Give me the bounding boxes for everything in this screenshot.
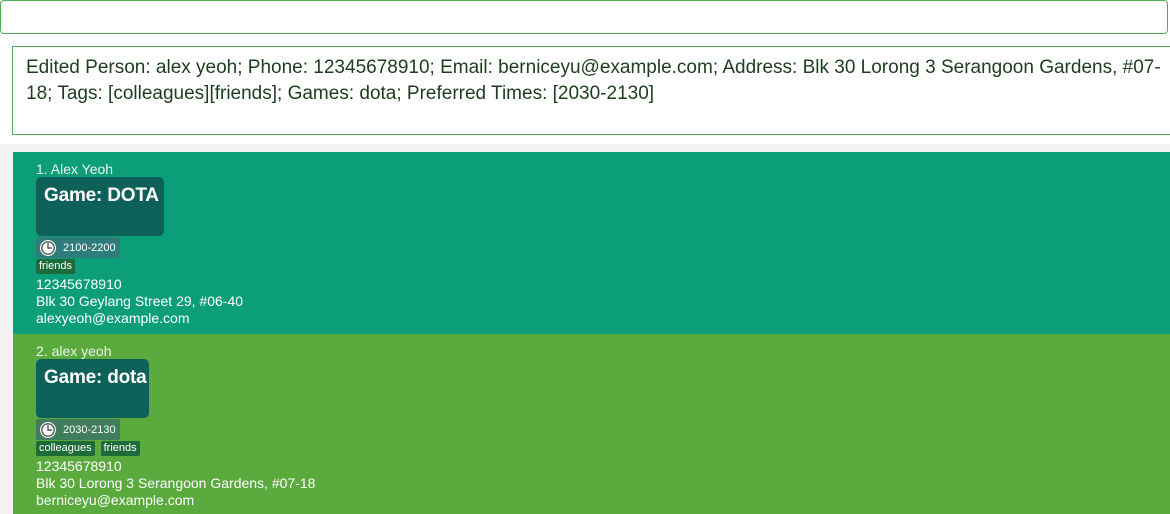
- phone-text: 12345678910: [36, 276, 122, 292]
- phone-text: 12345678910: [36, 458, 122, 474]
- person-name: 2. alex yeoh: [36, 343, 112, 359]
- tag: colleagues: [36, 441, 95, 456]
- game-box: Game: dota: [36, 359, 149, 418]
- result-text: Edited Person: alex yeoh; Phone: 1234567…: [26, 57, 1161, 104]
- person-card[interactable]: 1. Alex Yeoh Game: DOTA 2100-2200 friend…: [13, 152, 1170, 334]
- game-label: Game: DOTA: [44, 185, 159, 206]
- tag-list: colleagues friends: [36, 441, 140, 456]
- address-text: Blk 30 Lorong 3 Serangoon Gardens, #07-1…: [36, 475, 316, 491]
- tag-list: friends: [36, 259, 76, 274]
- command-input[interactable]: [7, 5, 1161, 31]
- email-text: berniceyu@example.com: [36, 492, 195, 508]
- clock-icon: [40, 239, 56, 256]
- person-name: 1. Alex Yeoh: [36, 161, 114, 177]
- preferred-time-text: 2100-2200: [63, 241, 116, 254]
- command-box[interactable]: [0, 0, 1168, 34]
- tag: friends: [36, 259, 76, 274]
- tag: friends: [100, 441, 140, 456]
- person-card[interactable]: 2. alex yeoh Game: dota 2030-2130 collea…: [13, 334, 1170, 514]
- clock-icon: [40, 421, 56, 438]
- preferred-time-text: 2030-2130: [63, 423, 116, 436]
- game-box: Game: DOTA: [36, 177, 164, 236]
- preferred-time-badge: 2100-2200: [36, 237, 120, 258]
- game-label: Game: dota: [44, 367, 147, 388]
- email-text: alexyeoh@example.com: [36, 310, 190, 326]
- preferred-time-badge: 2030-2130: [36, 419, 120, 440]
- result-display: Edited Person: alex yeoh; Phone: 1234567…: [12, 46, 1170, 135]
- address-text: Blk 30 Geylang Street 29, #06-40: [36, 293, 244, 309]
